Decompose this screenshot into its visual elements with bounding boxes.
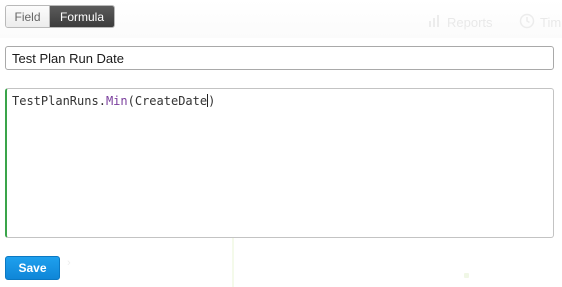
formula-open-paren-token: ( — [127, 94, 135, 108]
background-chevron-icon: › — [67, 257, 71, 269]
mode-toggle: Field Formula — [5, 5, 115, 28]
formula-close-paren-token: ) — [208, 94, 216, 108]
background-reports-link: Reports — [428, 12, 493, 32]
formula-object-token: TestPlanRuns — [12, 94, 99, 108]
background-divider — [232, 238, 234, 287]
formula-separator-token: . — [98, 94, 106, 108]
background-time-link: Tim — [519, 12, 561, 32]
column-name-input[interactable] — [5, 46, 554, 70]
formula-method-token: Min — [105, 94, 128, 108]
bar-chart-icon — [428, 14, 442, 30]
formula-mode-button[interactable]: Formula — [50, 6, 114, 27]
formula-editor[interactable]: TestPlanRuns.Min(CreateDate) — [5, 88, 554, 238]
save-button[interactable]: Save — [5, 256, 60, 280]
formula-code-line: TestPlanRuns.Min(CreateDate) — [12, 94, 215, 108]
background-marker — [464, 273, 469, 278]
background-reports-label: Reports — [447, 14, 493, 30]
background-time-label: Tim — [540, 14, 562, 30]
field-mode-button[interactable]: Field — [6, 6, 50, 27]
clock-icon — [519, 13, 535, 32]
formula-argument-token: CreateDate — [134, 94, 208, 108]
